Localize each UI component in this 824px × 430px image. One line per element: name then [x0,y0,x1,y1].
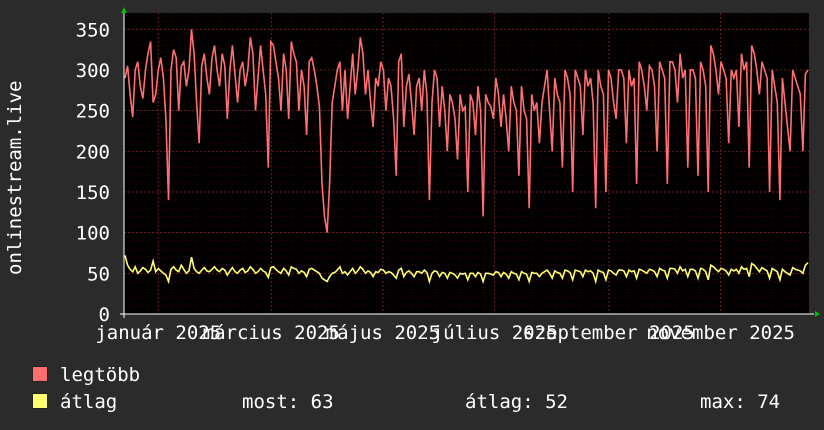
legend-avg: átlag [32,391,117,413]
legend-swatch-avg [32,393,48,409]
y-tick-label: 50 [87,263,110,285]
stat-average: átlag: 52 [465,391,568,413]
x-tick-label: május 2025 [326,322,440,344]
x-tick-label: november 2025 [646,322,795,344]
y-tick-label: 100 [76,223,110,245]
y-tick-label: 300 [76,60,110,82]
y-axis-label: onlinestream.live [4,80,26,275]
stat-current: most: 63 [242,391,334,413]
y-tick-label: 250 [76,101,110,123]
y-tick-label: 350 [76,19,110,41]
x-axis-ticks: január 2025március 2025május 2025július … [95,322,795,344]
x-tick-label: március 2025 [203,322,340,344]
legend-max: legtöbb [32,364,140,386]
legend-avg-label: átlag [60,391,118,413]
stat-maximum: max: 74 [700,391,781,413]
y-tick-label: 200 [76,141,110,163]
legend-max-label: legtöbb [60,364,141,386]
y-tick-label: 150 [76,182,110,204]
legend-swatch-max [32,366,48,382]
